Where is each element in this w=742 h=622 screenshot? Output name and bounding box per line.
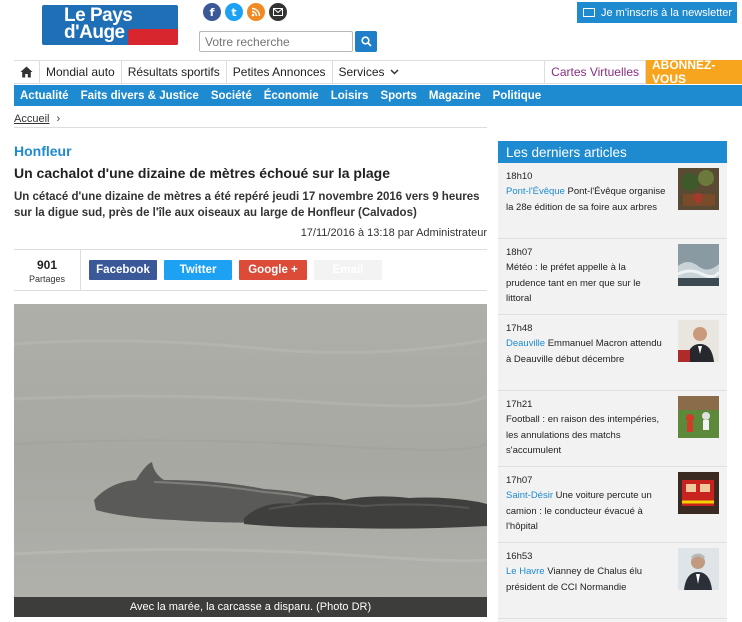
article-place: Saint-Désir bbox=[506, 490, 553, 501]
list-item[interactable]: 18h10 Pont-l'Évêque Pont-l'Évêque organi… bbox=[498, 163, 727, 239]
article-category[interactable]: Honfleur bbox=[14, 143, 72, 159]
article-thumbnail[interactable] bbox=[678, 244, 719, 286]
list-item[interactable]: 17h07 Saint-Désir Une voiture percute un… bbox=[498, 467, 727, 543]
twitter-icon[interactable]: t bbox=[225, 3, 243, 21]
article-thumbnail[interactable] bbox=[678, 320, 719, 362]
section-societe[interactable]: Société bbox=[211, 90, 252, 102]
google-share-button[interactable]: Google + bbox=[239, 260, 307, 280]
latest-articles-heading: Les derniers articles bbox=[498, 141, 727, 163]
article-text: Football : en raison des intempéries, le… bbox=[506, 414, 660, 456]
section-sports[interactable]: Sports bbox=[380, 90, 416, 102]
logo-accent bbox=[128, 29, 178, 45]
nav-services[interactable]: Services bbox=[333, 60, 405, 84]
article-time: 17h07 bbox=[506, 475, 533, 486]
whale-photo-image bbox=[14, 304, 487, 617]
nav-cartes-virtuelles[interactable]: Cartes Virtuelles bbox=[545, 60, 646, 84]
section-navigation: Actualité Faits divers & Justice Société… bbox=[14, 85, 742, 106]
list-item[interactable]: 17h21 Football : en raison des intempéri… bbox=[498, 391, 727, 467]
main-navigation: Mondial auto Résultats sportifs Petites … bbox=[14, 58, 742, 86]
article-title: Un cachalot d'une dizaine de mètres écho… bbox=[14, 165, 390, 181]
home-link[interactable] bbox=[14, 60, 40, 84]
share-counter: 901 Partages bbox=[14, 250, 81, 290]
search-input[interactable] bbox=[199, 31, 353, 52]
divider bbox=[14, 127, 487, 128]
article-place: Le Havre bbox=[506, 566, 545, 577]
article-summary[interactable]: Saint-Désir Une voiture percute un camio… bbox=[506, 488, 666, 535]
logo-line2: d'Auge bbox=[64, 22, 125, 43]
latest-articles-list: 18h10 Pont-l'Évêque Pont-l'Évêque organi… bbox=[498, 163, 727, 622]
breadcrumb-separator: › bbox=[56, 113, 61, 125]
article-time: 18h07 bbox=[506, 247, 533, 258]
article-summary[interactable]: Le Havre Vianney de Chalus élu président… bbox=[506, 564, 666, 595]
section-politique[interactable]: Politique bbox=[493, 90, 542, 102]
facebook-share-button[interactable]: Facebook bbox=[89, 260, 157, 280]
breadcrumb: Accueil › bbox=[14, 113, 60, 125]
section-magazine[interactable]: Magazine bbox=[429, 90, 481, 102]
share-count-label: Partages bbox=[28, 274, 66, 284]
nav-resultats-sportifs[interactable]: Résultats sportifs bbox=[122, 60, 227, 84]
nav-spacer bbox=[405, 60, 546, 84]
search-icon bbox=[360, 36, 372, 47]
article-text: Météo : le préfet appelle à la prudence … bbox=[506, 262, 641, 304]
section-loisirs[interactable]: Loisirs bbox=[331, 90, 369, 102]
article-summary[interactable]: Deauville Emmanuel Macron attendu à Deau… bbox=[506, 336, 666, 367]
newsletter-button[interactable]: Je m'inscris à la newsletter bbox=[577, 2, 737, 23]
photo-caption: Avec la marée, la carcasse a disparu. (P… bbox=[14, 597, 487, 617]
article-meta: 17/11/2016 à 13:18 par Administrateur bbox=[300, 227, 487, 239]
email-share-button[interactable]: Email bbox=[314, 260, 382, 280]
article-time: 17h48 bbox=[506, 323, 533, 334]
search-bar bbox=[199, 31, 377, 52]
breadcrumb-home[interactable]: Accueil bbox=[14, 113, 49, 125]
article-summary[interactable]: Pont-l'Évêque Pont-l'Évêque organise la … bbox=[506, 184, 666, 215]
home-icon bbox=[20, 66, 33, 78]
article-time: 16h53 bbox=[506, 551, 533, 562]
nav-petites-annonces[interactable]: Petites Annonces bbox=[227, 60, 333, 84]
search-button[interactable] bbox=[355, 31, 377, 52]
article-thumbnail[interactable] bbox=[678, 168, 719, 210]
article-lead: Un cétacé d'une dizaine de mètres a été … bbox=[14, 191, 480, 219]
article-place: Deauville bbox=[506, 338, 546, 349]
article-time: 18h10 bbox=[506, 171, 533, 182]
chevron-down-icon bbox=[389, 69, 399, 75]
article-summary[interactable]: Football : en raison des intempéries, le… bbox=[506, 412, 666, 459]
subscribe-button[interactable]: ABONNEZ-VOUS bbox=[646, 58, 742, 86]
list-item[interactable]: 16h53 Le Havre Vianney de Chalus élu pré… bbox=[498, 543, 727, 619]
twitter-share-button[interactable]: Twitter bbox=[164, 260, 232, 280]
nav-mondial-auto[interactable]: Mondial auto bbox=[40, 60, 122, 84]
article-photo: Avec la marée, la carcasse a disparu. (P… bbox=[14, 304, 487, 617]
email-icon[interactable] bbox=[269, 3, 287, 21]
section-faits-divers[interactable]: Faits divers & Justice bbox=[81, 90, 199, 102]
envelope-icon bbox=[583, 8, 595, 17]
article-thumbnail[interactable] bbox=[678, 396, 719, 438]
share-count: 901 bbox=[36, 258, 58, 272]
article-summary[interactable]: Météo : le préfet appelle à la prudence … bbox=[506, 260, 666, 307]
share-bar: 901 Partages Facebook Twitter Google + E… bbox=[14, 249, 487, 291]
article-time: 17h21 bbox=[506, 399, 533, 410]
section-economie[interactable]: Économie bbox=[264, 90, 319, 102]
facebook-icon[interactable]: f bbox=[203, 3, 221, 21]
section-actualite[interactable]: Actualité bbox=[20, 90, 69, 102]
rss-icon[interactable] bbox=[247, 3, 265, 21]
list-item[interactable]: 17h48 Deauville Emmanuel Macron attendu … bbox=[498, 315, 727, 391]
site-logo[interactable]: Le Pays d'Auge bbox=[42, 5, 178, 45]
nav-services-label: Services bbox=[338, 65, 385, 79]
list-item[interactable]: 18h07 Météo : le préfet appelle à la pru… bbox=[498, 239, 727, 315]
social-links: f t bbox=[203, 3, 287, 21]
article-place: Pont-l'Évêque bbox=[506, 186, 565, 197]
newsletter-label: Je m'inscris à la newsletter bbox=[601, 6, 733, 19]
article-thumbnail[interactable] bbox=[678, 472, 719, 514]
article-thumbnail[interactable] bbox=[678, 548, 719, 590]
